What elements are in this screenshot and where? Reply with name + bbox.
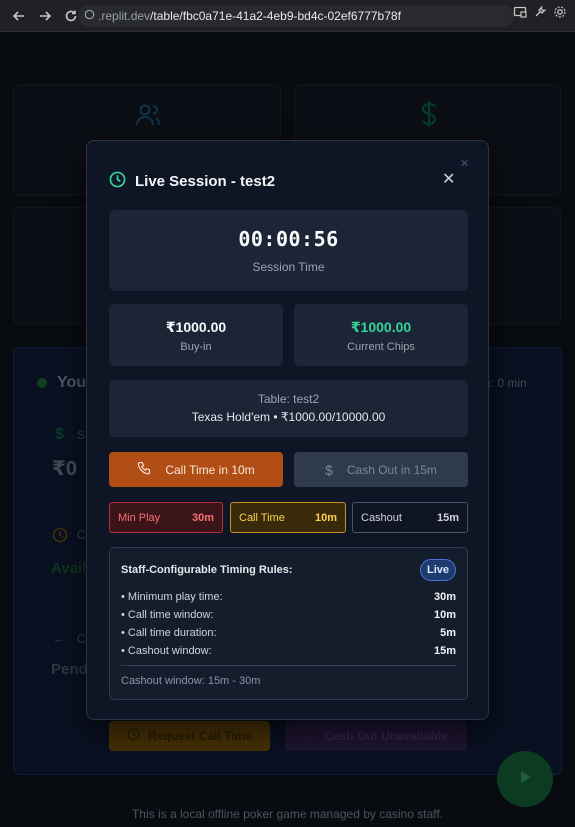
chips-label: Current Chips [347,341,415,353]
back-icon[interactable] [8,5,30,27]
rule-label: • Cashout window: [121,645,212,657]
rule-row: • Cashout window: 15m [121,645,456,657]
min-play-badge: Min Play 30m [109,502,223,533]
buy-in-value: ₹1000.00 [165,319,227,335]
rule-row: • Minimum play time: 30m [121,591,456,603]
forward-icon[interactable] [34,5,56,27]
close-icon[interactable]: ✕ [442,172,455,188]
rule-label: • Call time window: [121,609,214,621]
rules-divider [121,665,456,666]
rule-label: • Minimum play time: [121,591,223,603]
cash-out-button[interactable]: $ Cash Out in 15m [294,452,468,487]
tools-icon[interactable] [533,5,547,24]
cashout-badge: Cashout 15m [352,502,468,533]
dollar-icon: $ [325,461,333,478]
session-timer: 00:00:56 Session Time [109,210,468,291]
table-name: Table: test2 [257,392,320,406]
timing-rules-panel: Staff-Configurable Timing Rules: Live • … [109,547,468,700]
url-path: /table/fbc0a71e-41a2-4eb9-bd4c-02ef6777b… [150,9,401,23]
rule-value: 15m [433,645,456,657]
timer-label: Session Time [252,260,325,274]
rule-value: 30m [433,591,456,603]
site-info-icon[interactable] [84,9,95,23]
current-chips-card: ₹1000.00 Current Chips [294,304,468,366]
cashout-badge-label: Cashout [361,511,402,524]
table-game-stakes: Texas Hold'em • ₹1000.00/10000.00 [191,410,386,424]
call-time-badge: Call Time 10m [230,502,346,533]
rule-value: 10m [433,609,456,621]
rule-row: • Call time window: 10m [121,609,456,621]
secondary-close-icon[interactable]: ✕ [460,157,469,170]
buy-in-label: Buy-in [180,341,212,353]
rule-label: • Call time duration: [121,627,217,639]
live-badge: Live [420,559,456,581]
modal-title: Live Session - test2 [135,173,276,190]
modal-header: Live Session - test2 [109,171,275,192]
rule-value: 5m [440,627,456,639]
live-session-modal: ✕ Live Session - test2 ✕ 00:00:56 Sessio… [86,140,489,720]
timer-value: 00:00:56 [238,227,339,251]
play-icon [517,769,533,790]
url-domain: replit.dev [101,9,151,23]
footer-text: This is a local offline poker game manag… [131,807,444,821]
buy-in-card: ₹1000.00 Buy-in [109,304,283,366]
cashout-badge-value: 15m [436,511,459,524]
rules-title: Staff-Configurable Timing Rules: [121,564,293,576]
play-fab-button[interactable] [497,751,553,807]
cash-out-label: Cash Out in 15m [346,462,437,477]
rule-row: • Call time duration: 5m [121,627,456,639]
phone-icon [137,461,151,478]
settings-icon[interactable] [553,5,567,24]
cashout-window-note: Cashout window: 15m - 30m [121,675,261,687]
address-bar[interactable]: . replit.dev/table/fbc0a71e-41a2-4eb9-bd4… [78,5,514,27]
chips-value: ₹1000.00 [350,319,412,335]
browser-toolbar: . replit.dev/table/fbc0a71e-41a2-4eb9-bd4… [0,0,575,32]
table-info: Table: test2 Texas Hold'em • ₹1000.00/10… [109,380,468,437]
call-time-badge-label: Call Time [239,511,285,524]
call-time-badge-value: 10m [314,511,337,524]
cast-icon[interactable] [513,5,527,24]
min-play-label: Min Play [118,511,161,524]
min-play-value: 30m [191,511,214,524]
call-time-button[interactable]: Call Time in 10m [109,452,283,487]
call-time-label: Call Time in 10m [165,462,255,477]
clock-icon [109,171,126,192]
